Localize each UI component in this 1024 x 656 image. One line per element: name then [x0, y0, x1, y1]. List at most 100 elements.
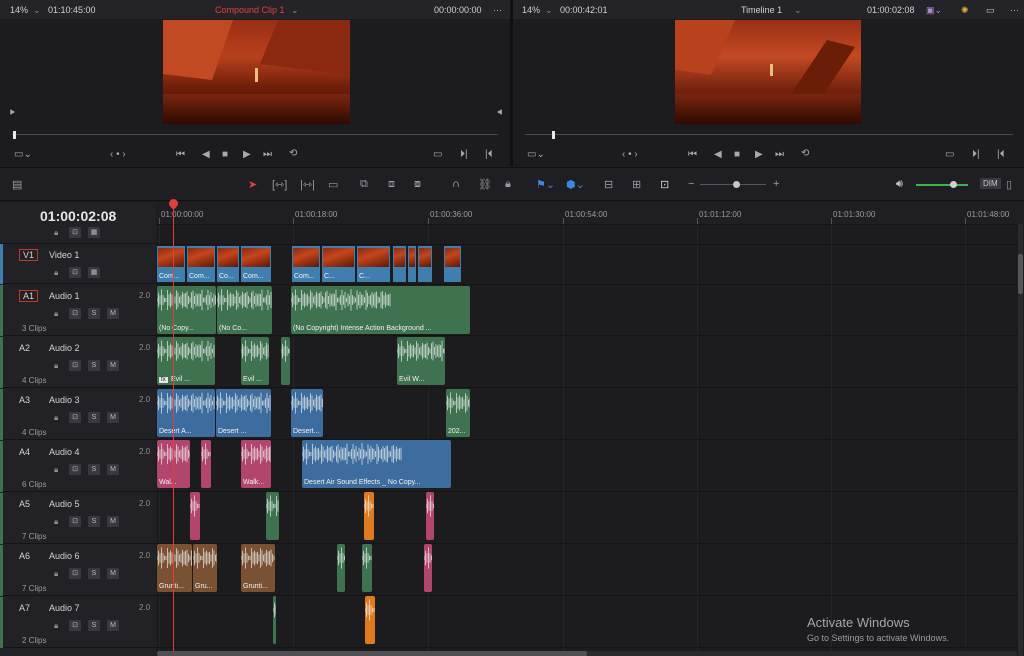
linked-selection-icon[interactable]: ⛓	[478, 178, 492, 191]
audio-meter-icon[interactable]: ▯	[1006, 178, 1012, 191]
mark-in-icon[interactable]: ⯈	[8, 108, 16, 119]
solo-button[interactable]: S	[88, 412, 100, 423]
play-reverse-icon[interactable]: ◀	[202, 149, 210, 160]
lock-icon[interactable]: 🔒︎	[54, 569, 58, 579]
match-frame-icon[interactable]: ▭	[945, 149, 954, 160]
audio-clip[interactable]: Desert...	[291, 389, 323, 437]
volume-slider[interactable]	[916, 181, 968, 188]
audio-clip[interactable]: Walk...	[241, 440, 271, 488]
audio-clip[interactable]: Evil ... fx	[157, 337, 215, 385]
zoom-out-icon[interactable]: −	[688, 178, 694, 190]
audio-clip[interactable]	[426, 492, 434, 540]
timeline-timecode[interactable]: 01:00:02:08	[40, 208, 116, 224]
source-clip-title[interactable]: Compound Clip 1	[215, 5, 285, 15]
track-id[interactable]: A1	[19, 290, 39, 302]
auto-track-icon[interactable]: ⊡	[69, 360, 81, 371]
audio-clip[interactable]: Evil ...	[241, 337, 269, 385]
replace-clip-icon[interactable]: ⧇	[414, 178, 421, 191]
auto-track-icon[interactable]: ⊡	[69, 267, 81, 278]
dynamic-trim-icon[interactable]: |⇿|	[300, 178, 315, 191]
auto-track-icon[interactable]: ⊡	[69, 464, 81, 475]
audio-clip[interactable]: Grunti...	[157, 544, 192, 592]
trim-tool-icon[interactable]: [⇿]	[272, 178, 287, 191]
audio-clip[interactable]	[273, 596, 276, 644]
play-icon[interactable]: ▶	[755, 149, 763, 160]
vertical-scrollbar[interactable]	[1018, 224, 1023, 656]
playhead[interactable]	[173, 202, 174, 656]
solo-button[interactable]: S	[88, 516, 100, 527]
play-reverse-icon[interactable]: ◀	[714, 149, 722, 160]
audio-clip[interactable]: Desert Air Sound Effects _ No Copy...	[302, 440, 451, 488]
video-clip[interactable]	[393, 246, 407, 282]
audio-clip[interactable]	[281, 337, 290, 385]
video-clip[interactable]: C...	[357, 246, 391, 282]
track-id[interactable]: A5	[19, 499, 30, 509]
lock-icon[interactable]: 🔒︎	[54, 465, 58, 475]
track-id[interactable]: A4	[19, 447, 30, 457]
mute-button[interactable]: M	[107, 308, 119, 319]
track-id[interactable]: A3	[19, 395, 30, 405]
lock-icon[interactable]: 🔒︎	[54, 621, 58, 631]
audio-clip[interactable]: 202...	[446, 389, 470, 437]
mute-button[interactable]: M	[107, 360, 119, 371]
audio-clip[interactable]: Gru...	[193, 544, 217, 592]
audio-clip[interactable]: Desert ...	[216, 389, 271, 437]
mute-button[interactable]: M	[107, 620, 119, 631]
insert-clip-icon[interactable]: ⧉	[360, 178, 368, 191]
mute-button[interactable]: M	[107, 568, 119, 579]
audio-clip[interactable]	[362, 544, 372, 592]
flag-icon[interactable]: ⚑⌄	[536, 178, 555, 191]
chevron-down-icon[interactable]: ⌄	[794, 5, 802, 16]
mute-button[interactable]: M	[107, 516, 119, 527]
match-frame-icon[interactable]: ▭	[433, 149, 442, 160]
lock-icon[interactable]: 🔒︎	[54, 413, 58, 423]
track-name[interactable]: Audio 2	[49, 343, 80, 353]
play-icon[interactable]: ▶	[243, 149, 251, 160]
jog-icon[interactable]: ‹ • ›	[110, 149, 126, 160]
auto-track-icon[interactable]: ⊡	[69, 568, 81, 579]
audio-clip[interactable]: Desert A...	[157, 389, 215, 437]
prev-edit-icon[interactable]: |⏴	[997, 149, 1005, 160]
source-zoom[interactable]: 14%	[10, 5, 28, 15]
auto-track-icon[interactable]: ⊡	[69, 620, 81, 631]
prev-edit-icon[interactable]: |⏴	[485, 149, 493, 160]
audio-clip[interactable]	[266, 492, 279, 540]
video-clip[interactable]: Co...	[217, 246, 240, 282]
track-name[interactable]: Audio 3	[49, 395, 80, 405]
mute-button[interactable]: M	[107, 412, 119, 423]
track-name[interactable]: Audio 6	[49, 551, 80, 561]
track-output-icon[interactable]: ▦	[88, 267, 100, 278]
track-id[interactable]: A2	[19, 343, 30, 353]
timeline-scrub-bar[interactable]	[525, 131, 1013, 139]
timeline-ruler[interactable]: 01:00:00:00 01:00:18:00 01:00:36:00 01:00:5…	[157, 202, 1024, 224]
video-clip[interactable]: Com...	[157, 246, 186, 282]
more-options-icon[interactable]: ⋯	[1010, 5, 1019, 16]
video-clip[interactable]	[418, 246, 433, 282]
track-name[interactable]: Audio 5	[49, 499, 80, 509]
viewer-mode-icon[interactable]: ▭⌄	[527, 149, 545, 160]
solo-button[interactable]: S	[88, 308, 100, 319]
selection-tool-icon[interactable]: ➤	[248, 178, 257, 191]
video-clip[interactable]: Com...	[241, 246, 272, 282]
track-name[interactable]: Audio 7	[49, 603, 80, 613]
timeline-title[interactable]: Timeline 1	[741, 5, 782, 15]
overwrite-clip-icon[interactable]: ⧈	[388, 178, 395, 191]
loop-icon[interactable]: ⟲	[801, 148, 809, 159]
solo-button[interactable]: S	[88, 464, 100, 475]
horizontal-scrollbar-thumb[interactable]	[157, 651, 587, 656]
zoom-slider-handle[interactable]	[733, 181, 740, 188]
track-name[interactable]: Video 1	[49, 250, 79, 260]
timeline-scrub-handle[interactable]	[552, 131, 555, 139]
auto-track-icon[interactable]: ⊡	[69, 308, 81, 319]
mute-button[interactable]: M	[107, 464, 119, 475]
track-name[interactable]: Audio 4	[49, 447, 80, 457]
marker-icon[interactable]: ⬢⌄	[566, 178, 585, 191]
lock-icon[interactable]: 🔒︎	[54, 228, 58, 238]
source-scrub-bar[interactable]	[12, 131, 498, 139]
solo-button[interactable]: S	[88, 360, 100, 371]
timeline-tracks[interactable]: Com... Com... Co... Com... Com... C... C... (No…	[157, 224, 1017, 656]
stop-icon[interactable]: ■	[734, 149, 740, 160]
audio-clip[interactable]	[190, 492, 200, 540]
audio-clip[interactable]	[337, 544, 345, 592]
track-name[interactable]: Audio 1	[49, 291, 80, 301]
